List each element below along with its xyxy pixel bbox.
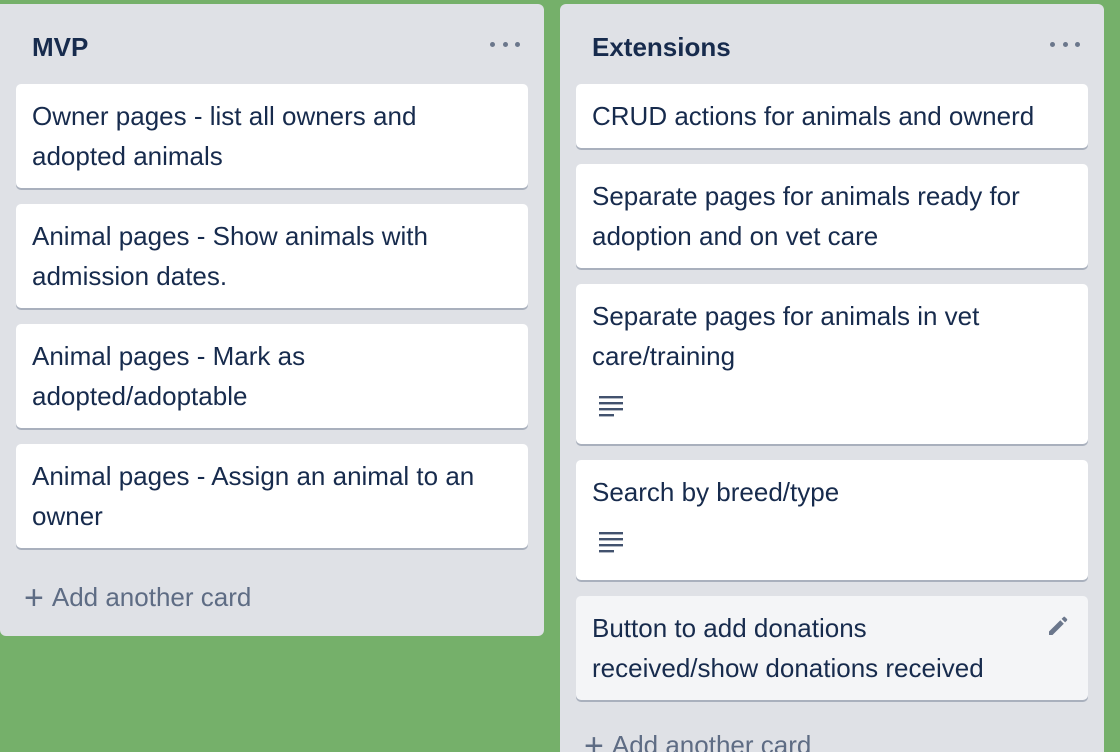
description-icon (599, 532, 623, 553)
card-title: Animal pages - Assign an animal to an ow… (32, 461, 475, 531)
add-card-label: Add another card (611, 730, 812, 752)
card[interactable]: Separate pages for animals ready for ado… (576, 164, 1088, 268)
more-horizontal-icon (1050, 41, 1055, 47)
description-icon (599, 396, 623, 417)
card[interactable]: Owner pages - list all owners and adopte… (16, 84, 528, 188)
card[interactable]: CRUD actions for animals and ownerd (576, 84, 1088, 148)
list-menu-button[interactable] (490, 34, 520, 54)
card-title: CRUD actions for animals and ownerd (592, 101, 1035, 131)
list-title[interactable]: MVP (32, 32, 88, 63)
card[interactable]: Animal pages - Mark as adopted/adoptable (16, 324, 528, 428)
card-title: Separate pages for animals in vet care/t… (592, 301, 980, 371)
card-title: Button to add donations received/show do… (592, 613, 984, 683)
card[interactable]: Search by breed/type (576, 460, 1088, 580)
card-title: Animal pages - Show animals with admissi… (32, 221, 428, 291)
card[interactable]: Separate pages for animals in vet care/t… (576, 284, 1088, 444)
list-extensions: Extensions CRUD actions for animals and … (560, 4, 1104, 752)
add-card-button[interactable]: + Add another card (24, 578, 252, 617)
pencil-icon[interactable] (1046, 614, 1070, 638)
add-card-button[interactable]: + Add another card (584, 726, 812, 752)
plus-icon: + (584, 726, 604, 752)
add-card-label: Add another card (51, 582, 252, 612)
card-title: Owner pages - list all owners and adopte… (32, 101, 417, 171)
card[interactable]: Button to add donations received/show do… (576, 596, 1088, 700)
card[interactable]: Animal pages - Assign an animal to an ow… (16, 444, 528, 548)
card[interactable]: Animal pages - Show animals with admissi… (16, 204, 528, 308)
more-horizontal-icon (490, 41, 495, 47)
card-title: Search by breed/type (592, 477, 840, 507)
list-title[interactable]: Extensions (592, 32, 731, 63)
board: MVP Owner pages - list all owners and ad… (0, 0, 1120, 752)
list-mvp: MVP Owner pages - list all owners and ad… (0, 4, 544, 636)
plus-icon: + (24, 578, 44, 617)
card-title: Separate pages for animals ready for ado… (592, 181, 1020, 251)
list-menu-button[interactable] (1050, 34, 1080, 54)
card-title: Animal pages - Mark as adopted/adoptable (32, 341, 306, 411)
